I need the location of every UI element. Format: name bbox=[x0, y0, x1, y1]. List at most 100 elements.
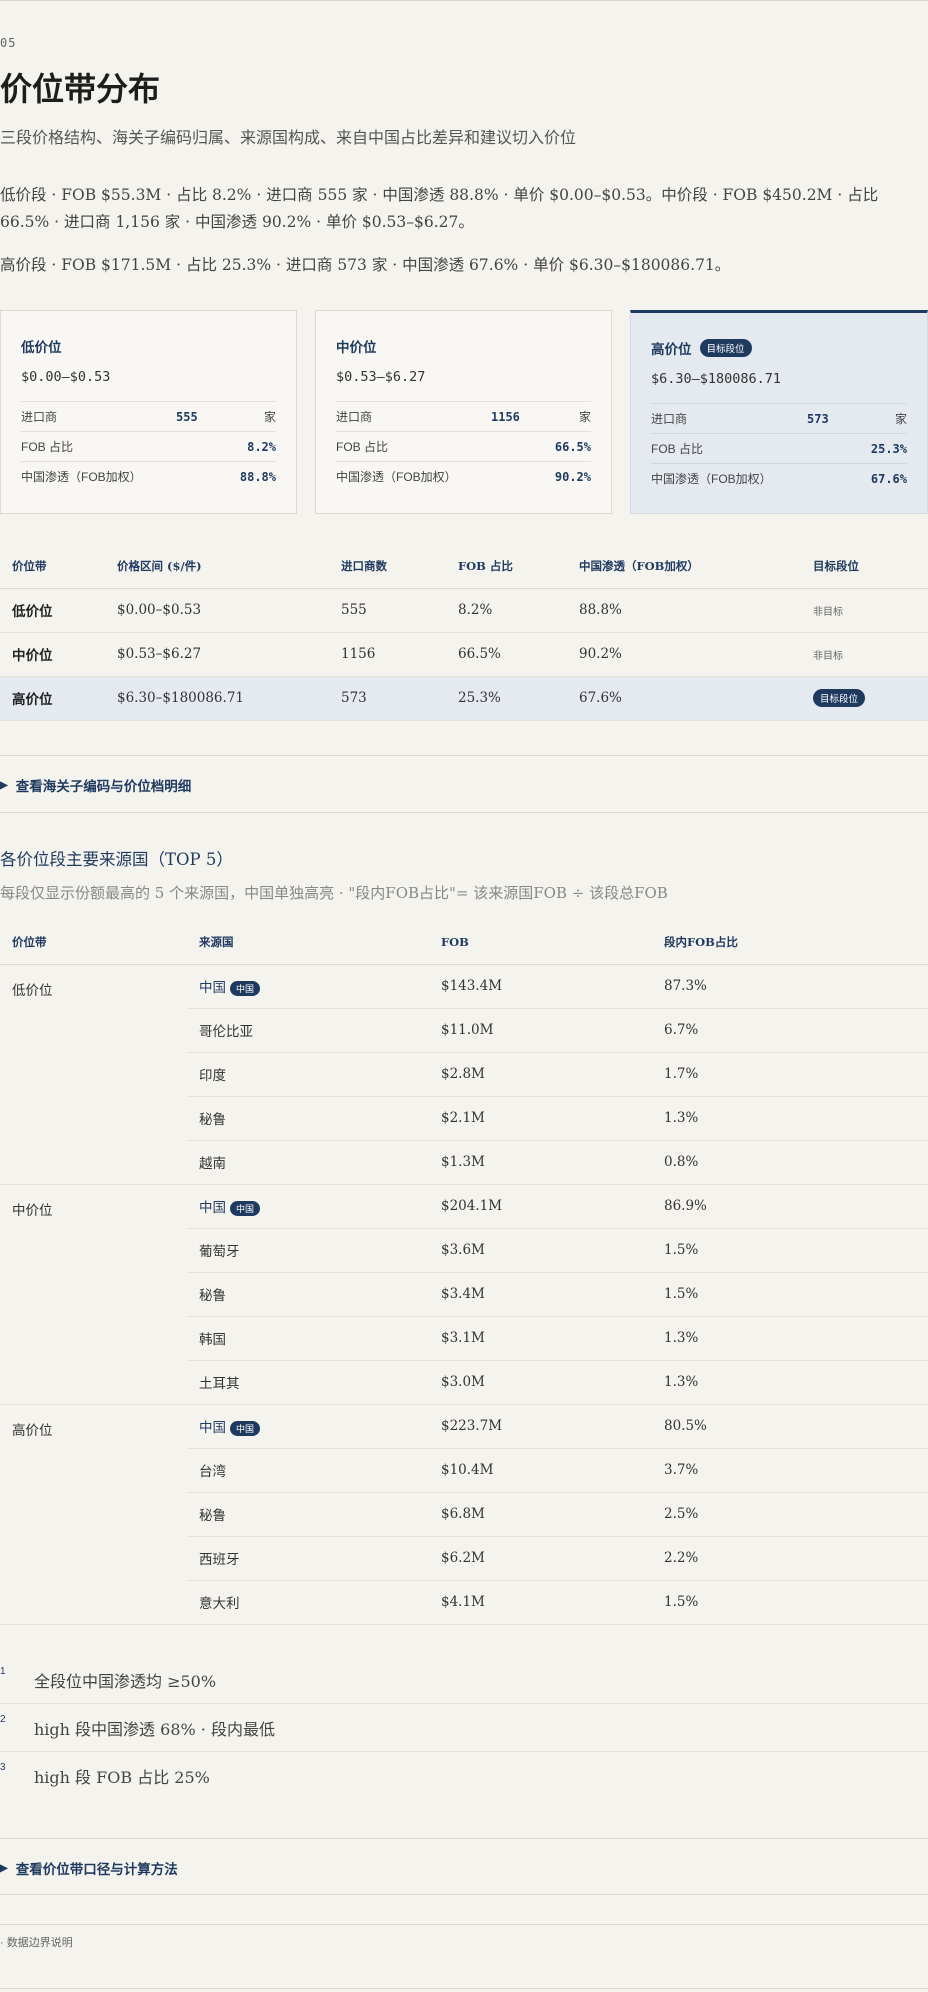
divider bbox=[0, 1894, 928, 1895]
disclosure-label: 查看海关子编码与价位档明细 bbox=[15, 779, 192, 794]
card-title: 中价位 bbox=[336, 340, 377, 355]
section-title: 各价位段主要来源国（TOP 5） bbox=[0, 850, 233, 869]
page-title: 价位带分布 bbox=[0, 70, 161, 108]
importers-cell: 573 bbox=[329, 676, 446, 721]
share-cell: 1.7% bbox=[652, 1052, 928, 1097]
fob-cell: $11.0M bbox=[429, 1008, 652, 1053]
country-cell: 越南 bbox=[187, 1140, 429, 1185]
table-header-row: 价位带 来源国 FOB 段内FOB占比 bbox=[0, 920, 928, 965]
share-cell: 2.2% bbox=[652, 1536, 928, 1581]
card-label: 中国渗透（FOB加权） bbox=[651, 472, 772, 486]
share-cell: 1.5% bbox=[652, 1228, 928, 1273]
finding-number: 2 bbox=[0, 1714, 6, 1725]
column-header: 来源国 bbox=[187, 920, 429, 965]
column-header: 价格区间 ($/件) bbox=[105, 544, 329, 589]
finding-text: high 段中国渗透 68% · 段内最低 bbox=[34, 1719, 275, 1739]
card-row-fob: FOB 占比 66.5% bbox=[336, 431, 591, 461]
fob-cell: $1.3M bbox=[429, 1140, 652, 1185]
country-name: 中国 bbox=[199, 1200, 226, 1216]
summary-paragraph-2: 高价段 · FOB $171.5M · 占比 25.3% · 进口商 573 家… bbox=[0, 256, 731, 274]
band-summary-table: 价位带 价格区间 ($/件) 进口商数 FOB 占比 中国渗透（FOB加权） 目… bbox=[0, 544, 928, 721]
china-badge: 中国 bbox=[230, 981, 261, 996]
card-unit: 家 bbox=[263, 410, 276, 424]
fob-cell: $10.4M bbox=[429, 1448, 652, 1493]
share-cell: 1.5% bbox=[652, 1272, 928, 1317]
band-cell: 中价位 bbox=[0, 632, 105, 677]
card-row-china: 中国渗透（FOB加权） 67.6% bbox=[651, 463, 907, 493]
country-cell: 秘鲁 bbox=[187, 1096, 429, 1141]
methodology-toggle[interactable]: ▶ 查看价位带口径与计算方法 bbox=[0, 1858, 178, 1878]
table-row-highlighted: 高价位 $6.30–$180086.71 573 25.3% 67.6% 目标段… bbox=[0, 676, 928, 721]
country-cell: 秘鲁 bbox=[187, 1492, 429, 1537]
band-cell: 低价位 bbox=[0, 964, 187, 1185]
share-cell: 1.3% bbox=[652, 1316, 928, 1361]
country-cell: 印度 bbox=[187, 1052, 429, 1097]
target-cell: 非目标 bbox=[801, 632, 928, 677]
finding-number: 1 bbox=[0, 1666, 6, 1677]
share-cell: 2.5% bbox=[652, 1492, 928, 1537]
column-header: 价位带 bbox=[0, 544, 105, 589]
china-badge: 中国 bbox=[230, 1201, 261, 1216]
column-header: 价位带 bbox=[0, 920, 187, 965]
card-label: 中国渗透（FOB加权） bbox=[336, 470, 457, 484]
share-cell: 0.8% bbox=[652, 1140, 928, 1185]
china-cell: 90.2% bbox=[567, 632, 801, 677]
card-fob-value: 25.3% bbox=[870, 441, 907, 456]
importers-cell: 555 bbox=[329, 588, 446, 633]
fob-cell: 25.3% bbox=[446, 676, 567, 721]
card-china-value: 67.6% bbox=[870, 471, 907, 486]
range-cell: $6.30–$180086.71 bbox=[105, 676, 329, 721]
card-row-china: 中国渗透（FOB加权） 88.8% bbox=[21, 461, 276, 491]
fob-cell: $3.0M bbox=[429, 1360, 652, 1405]
fob-cell: $6.8M bbox=[429, 1492, 652, 1537]
country-cell: 台湾 bbox=[187, 1448, 429, 1493]
fob-cell: $6.2M bbox=[429, 1536, 652, 1581]
country-cell: 秘鲁 bbox=[187, 1272, 429, 1317]
country-cell: 意大利 bbox=[187, 1580, 429, 1625]
table-row: 高价位 中国 中国 $223.7M 80.5% bbox=[0, 1404, 928, 1625]
card-china-value: 90.2% bbox=[554, 469, 591, 484]
card-fob-value: 8.2% bbox=[247, 439, 276, 454]
range-cell: $0.00–$0.53 bbox=[105, 588, 329, 633]
card-title: 高价位 bbox=[651, 342, 692, 357]
target-badge: 目标段位 bbox=[813, 689, 866, 707]
fob-cell: $4.1M bbox=[429, 1580, 652, 1625]
band-card-mid: 中价位 $0.53–$6.27 进口商 1156 家 FOB 占比 66.5% … bbox=[315, 310, 612, 514]
share-cell: 1.5% bbox=[652, 1580, 928, 1625]
card-unit: 家 bbox=[578, 410, 591, 424]
card-row-fob: FOB 占比 25.3% bbox=[651, 433, 907, 463]
table-row: 低价位 $0.00–$0.53 555 8.2% 88.8% 非目标 bbox=[0, 588, 928, 633]
importers-cell: 1156 bbox=[329, 632, 446, 677]
card-importers-value: 555 bbox=[176, 409, 198, 424]
target-badge: 目标段位 bbox=[699, 339, 752, 357]
card-price-range: $0.53–$6.27 bbox=[336, 369, 426, 385]
data-boundary-note[interactable]: · 数据边界说明 bbox=[0, 1934, 73, 1950]
card-china-value: 88.8% bbox=[239, 469, 276, 484]
china-badge: 中国 bbox=[230, 1421, 261, 1436]
card-label: 进口商 bbox=[336, 410, 373, 424]
share-cell: 3.7% bbox=[652, 1448, 928, 1493]
table-row: 低价位 中国 中国 $143.4M 87.3% bbox=[0, 964, 928, 1185]
column-header: FOB 占比 bbox=[446, 544, 567, 589]
card-label: 中国渗透（FOB加权） bbox=[21, 470, 142, 484]
hs-code-detail-toggle[interactable]: ▶ 查看海关子编码与价位档明细 bbox=[0, 775, 191, 795]
fob-cell: $3.4M bbox=[429, 1272, 652, 1317]
target-cell: 目标段位 bbox=[801, 676, 928, 721]
fob-cell: 8.2% bbox=[446, 588, 567, 633]
country-cell: 土耳其 bbox=[187, 1360, 429, 1405]
card-row-china: 中国渗透（FOB加权） 90.2% bbox=[336, 461, 591, 491]
card-fob-value: 66.5% bbox=[554, 439, 591, 454]
source-country-table: 价位带 来源国 FOB 段内FOB占比 低价位 中国 中国 $143.4M 87.… bbox=[0, 920, 928, 1625]
table-header-row: 价位带 价格区间 ($/件) 进口商数 FOB 占比 中国渗透（FOB加权） 目… bbox=[0, 544, 928, 589]
table-row: 中价位 中国 中国 $204.1M 86.9% bbox=[0, 1184, 928, 1405]
column-header: 中国渗透（FOB加权） bbox=[567, 544, 801, 589]
fob-cell: $3.1M bbox=[429, 1316, 652, 1361]
card-label: 进口商 bbox=[21, 410, 58, 424]
card-importers-value: 1156 bbox=[491, 409, 520, 424]
card-label: FOB 占比 bbox=[651, 442, 704, 456]
card-importers-value: 573 bbox=[807, 411, 829, 426]
fob-cell: $204.1M bbox=[429, 1184, 652, 1229]
band-card-high: 高价位 目标段位 $6.30–$180086.71 进口商 573 家 FOB … bbox=[630, 310, 928, 514]
triangle-right-icon: ▶ bbox=[0, 1862, 8, 1874]
section-subtitle: 每段仅显示份额最高的 5 个来源国，中国单独高亮 · "段内FOB占比"= 该来… bbox=[0, 884, 668, 902]
